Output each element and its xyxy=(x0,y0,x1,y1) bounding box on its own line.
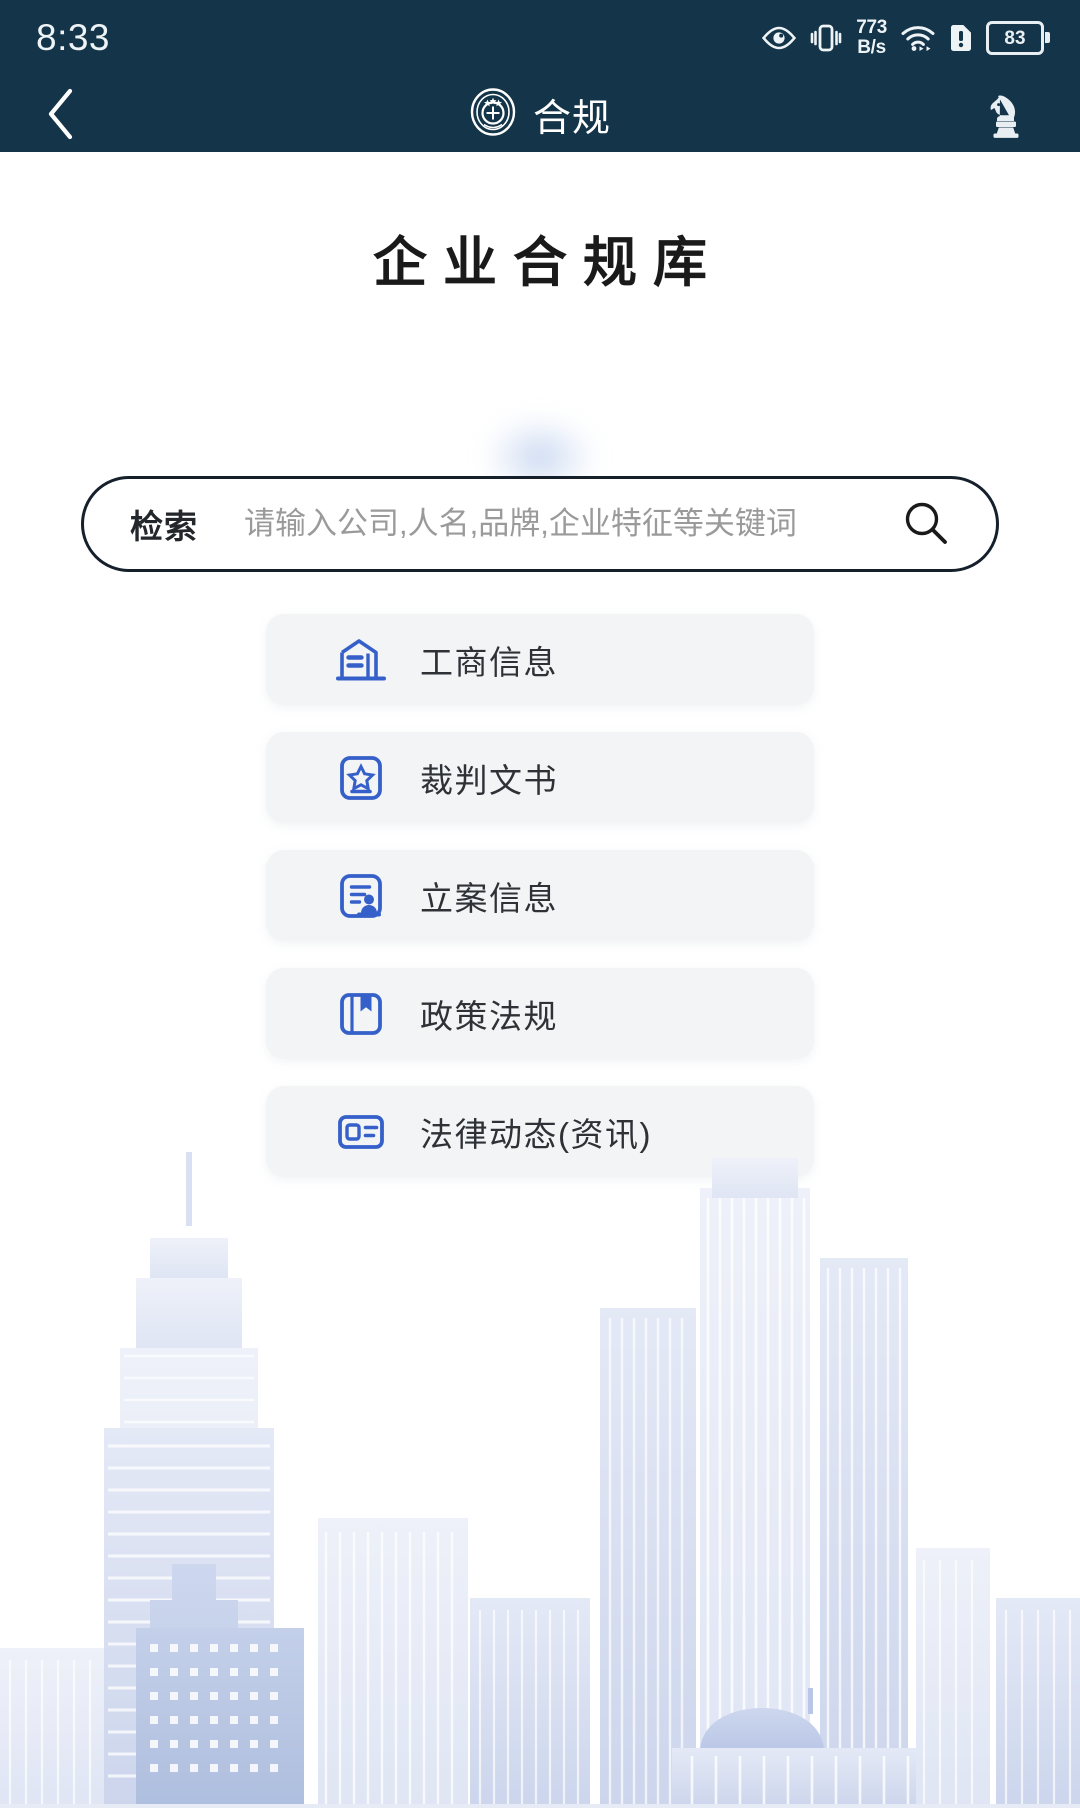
app-screen: 8:33 773 B/s 83 合规 企业合规库 检索 请输入公司,人名,品牌,… xyxy=(0,0,1080,1808)
city-skyline-illustration xyxy=(0,1152,1080,1808)
nav-title-group: 合规 xyxy=(0,87,1080,142)
search-icon xyxy=(905,502,947,544)
news-card-icon xyxy=(332,1103,390,1161)
menu-item-label: 裁判文书 xyxy=(420,761,558,799)
vibrate-icon xyxy=(809,23,843,53)
menu-item-label: 工商信息 xyxy=(420,643,558,681)
page-content: 企业合规库 检索 请输入公司,人名,品牌,企业特征等关键词 工商信息 裁判文书 … xyxy=(0,152,1080,1808)
book-bookmark-icon xyxy=(332,985,390,1043)
menu-item-label: 政策法规 xyxy=(420,997,558,1035)
menu-item-case-filing[interactable]: 立案信息 xyxy=(266,850,814,941)
court-emblem-icon xyxy=(469,87,517,141)
network-speed-unit: B/s xyxy=(857,37,886,58)
network-speed-indicator: 773 B/s xyxy=(856,18,887,58)
menu-item-legal-news[interactable]: 法律动态(资讯) xyxy=(266,1086,814,1177)
search-bar[interactable]: 检索 xyxy=(81,476,999,572)
chess-knight-icon xyxy=(990,95,1019,138)
back-button[interactable] xyxy=(44,84,104,144)
battery-icon: 83 xyxy=(986,21,1050,55)
wifi-icon xyxy=(900,24,936,52)
chess-knight-button[interactable] xyxy=(976,84,1036,144)
menu-item-judgment-docs[interactable]: 裁判文书 xyxy=(266,732,814,823)
status-bar: 8:33 773 B/s 83 xyxy=(0,0,1080,76)
eye-icon xyxy=(762,26,797,50)
menu-item-label: 立案信息 xyxy=(420,879,558,917)
nav-title: 合规 xyxy=(532,97,611,140)
battery-percent-label: 83 xyxy=(1004,27,1026,49)
chevron-left-icon xyxy=(48,88,73,140)
network-speed-value: 773 xyxy=(856,17,887,38)
search-label: 检索 xyxy=(130,508,198,545)
building-icon xyxy=(332,631,390,689)
menu-item-policy-regulations[interactable]: 政策法规 xyxy=(266,968,814,1059)
search-button[interactable] xyxy=(896,494,956,554)
menu-list: 工商信息 裁判文书 立案信息 政策法规 法律动态(资讯) xyxy=(266,614,814,1204)
menu-item-business-info[interactable]: 工商信息 xyxy=(266,614,814,705)
nav-bar: 合规 xyxy=(0,76,1080,152)
sim-alert-icon xyxy=(949,23,973,53)
case-file-icon xyxy=(332,867,390,925)
status-bar-clock: 8:33 xyxy=(36,17,111,58)
search-input[interactable] xyxy=(242,505,896,543)
menu-item-label: 法律动态(资讯) xyxy=(420,1115,652,1153)
page-title: 企业合规库 xyxy=(373,233,723,293)
status-bar-icons: 773 B/s 83 xyxy=(762,18,1050,58)
star-document-icon xyxy=(332,749,390,807)
